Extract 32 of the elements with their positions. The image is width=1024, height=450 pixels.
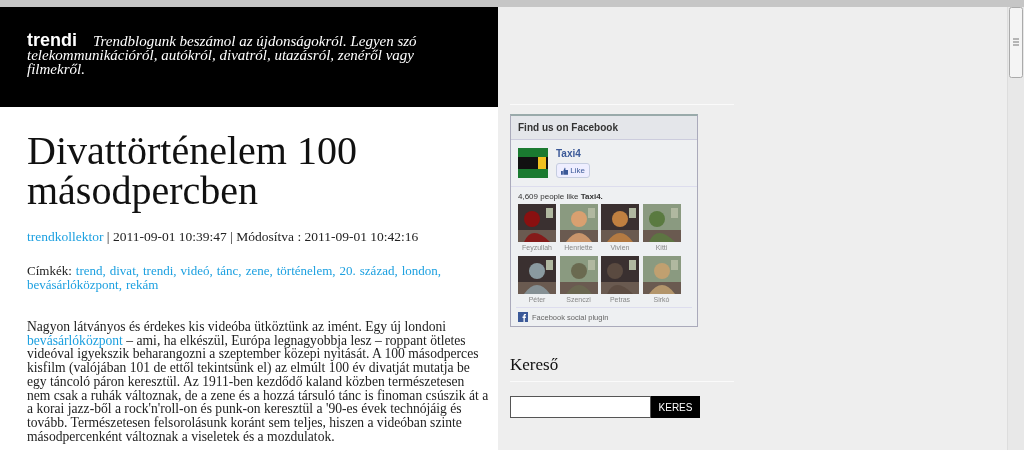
author-link[interactable]: trendkollektor: [27, 229, 104, 244]
tag-link[interactable]: videó,: [180, 264, 213, 278]
tag-link[interactable]: divat,: [109, 264, 139, 278]
scrollbar-thumb[interactable]: [1009, 7, 1023, 79]
tag-link[interactable]: rekám: [125, 278, 159, 292]
tag-link[interactable]: történelem,: [276, 264, 336, 278]
post-title: Divattörténelem 100 másodpercben: [27, 131, 358, 211]
tag-link[interactable]: század,: [359, 264, 398, 278]
scrollbar[interactable]: [1007, 7, 1024, 450]
search-field[interactable]: [510, 396, 651, 418]
tag-link[interactable]: london,: [401, 264, 442, 278]
tag-link[interactable]: trend,: [75, 264, 106, 278]
tagline: telekommunikációról, autókról, divatról, utazásról, zenéről vagy filmekről.: [27, 48, 416, 76]
post-date: | 2011-09-01 10:39:47 | Módosítva : 2011-09-01 10:42:16: [105, 229, 419, 244]
like-count: 4,609 people like Taxi4.: [517, 191, 604, 203]
widget-title: Find us on Facebook: [511, 116, 697, 140]
thumbs-up-icon: [561, 166, 569, 175]
post-body: Nagyon látványos és érdekes kis videóba ütköztünk az imént. Egy új londoni bevásárlóközpont – ami, ha elkészül, Európa legnagyobbja lesz – roppant ötletes videóval igyekszik beharangozni a szeptember közepi nyitását. A 100 másodperces kisfilm (valójában 101 de ettől tekintsünk el) az elmúlt 100 év divatját mutatja be egy táncoló páron keresztül. Az 1911-ben kezdődő kaland közben természetesen nem csak a ruhák változnak, de a zene és a hozzá társuló tánc is finoman csúszik át a a korai jazz-ből a rock'n'roll-on és punk-on keresztül a '90-es évek technójáig és tovább. Természetesen felsorolásunk koránt sem teljes, hiszen a videóban szinte másodpercenként változnak a viseletek és a mozdulatok.: [27, 320, 489, 444]
tag-link[interactable]: zene,: [245, 264, 273, 278]
tag-link[interactable]: bevásárlóközpont,: [27, 278, 122, 292]
facebook-icon: [518, 312, 528, 322]
tag-link[interactable]: tánc,: [216, 264, 242, 278]
page-name[interactable]: Taxi4: [556, 148, 590, 159]
tagline: Trendblogunk beszámol az újdonságokról. Legyen szó: [93, 34, 417, 48]
tag-link[interactable]: 20.: [339, 264, 356, 278]
like-button[interactable]: Like: [556, 163, 590, 178]
search-button[interactable]: KERES: [651, 396, 700, 418]
search-title: Kereső: [510, 355, 560, 375]
page-logo[interactable]: [518, 148, 548, 178]
site-logo[interactable]: trendi: [27, 33, 77, 47]
tag-link[interactable]: trendi,: [143, 264, 177, 278]
tags-label: Címkék:: [27, 264, 72, 278]
